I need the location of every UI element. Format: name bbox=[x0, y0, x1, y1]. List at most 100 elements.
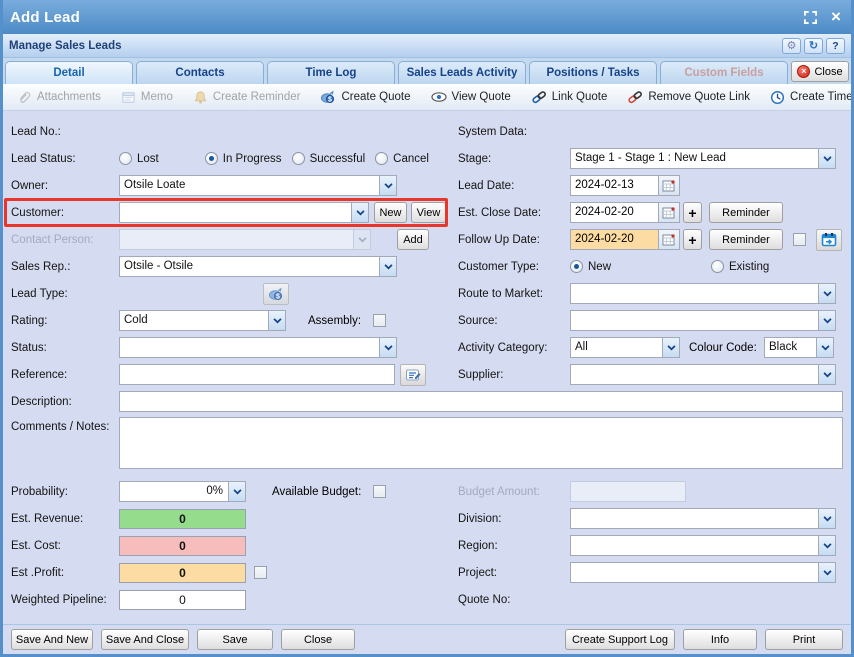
chevron-down-icon[interactable] bbox=[818, 149, 835, 168]
weighted-pipeline-input[interactable]: 0 bbox=[119, 590, 246, 610]
source-select[interactable] bbox=[570, 310, 836, 331]
chevron-down-icon[interactable] bbox=[662, 338, 679, 357]
create-time-log-label: Create Time Log bbox=[790, 91, 854, 103]
est-close-date-input[interactable]: 2024-02-20 bbox=[570, 202, 680, 223]
radio-customer-existing[interactable] bbox=[711, 260, 724, 273]
settings-button[interactable]: ⚙ bbox=[782, 38, 801, 54]
activity-category-value: All bbox=[571, 338, 662, 357]
chevron-down-icon[interactable] bbox=[818, 365, 835, 384]
radio-cancel-label: Cancel bbox=[393, 153, 429, 165]
maximize-icon[interactable] bbox=[802, 9, 818, 25]
close-form-label: Close bbox=[304, 634, 332, 646]
calendar-icon[interactable] bbox=[658, 230, 679, 249]
chevron-down-icon[interactable] bbox=[268, 311, 285, 330]
supplier-select[interactable] bbox=[570, 364, 836, 385]
chevron-down-icon[interactable] bbox=[818, 536, 835, 555]
tab-sales-leads-activity[interactable]: Sales Leads Activity bbox=[398, 61, 526, 84]
description-input[interactable] bbox=[119, 391, 843, 412]
info-button[interactable]: Info bbox=[683, 629, 757, 650]
tab-positions-tasks[interactable]: Positions / Tasks bbox=[529, 61, 657, 84]
est-profit-checkbox[interactable] bbox=[254, 566, 267, 579]
comments-textarea[interactable] bbox=[119, 417, 843, 469]
route-to-market-select[interactable] bbox=[570, 283, 836, 304]
radio-successful[interactable] bbox=[292, 152, 305, 165]
chevron-down-icon[interactable] bbox=[379, 338, 396, 357]
chevron-down-icon[interactable] bbox=[818, 284, 835, 303]
customer-select[interactable] bbox=[119, 202, 369, 223]
owner-value: Otsile Loate bbox=[120, 176, 379, 195]
save-and-close-button[interactable]: Save And Close bbox=[101, 629, 189, 650]
create-support-log-button[interactable]: Create Support Log bbox=[565, 629, 675, 650]
status-label: Status: bbox=[11, 342, 119, 354]
follow-up-checkbox[interactable] bbox=[793, 233, 806, 246]
project-select[interactable] bbox=[570, 562, 836, 583]
add-date-button[interactable]: + bbox=[683, 202, 702, 223]
save-and-new-button[interactable]: Save And New bbox=[11, 629, 93, 650]
remove-quote-link-button[interactable]: Remove Quote Link bbox=[619, 90, 758, 104]
follow-up-date-input[interactable]: 2024-02-20 bbox=[570, 229, 680, 250]
create-time-log-button[interactable]: Create Time Log bbox=[762, 90, 854, 105]
tab-custom-fields-label: Custom Fields bbox=[684, 67, 763, 79]
lead-type-button[interactable]: $ bbox=[263, 283, 289, 305]
customer-label: Customer: bbox=[11, 207, 119, 219]
add-date-button[interactable]: + bbox=[683, 229, 702, 250]
close-form-button[interactable]: Close bbox=[281, 629, 355, 650]
owner-select[interactable]: Otsile Loate bbox=[119, 175, 397, 196]
available-budget-checkbox[interactable] bbox=[373, 485, 386, 498]
radio-customer-new[interactable] bbox=[570, 260, 583, 273]
chevron-down-icon[interactable] bbox=[816, 338, 833, 357]
tab-strip: Detail Contacts Time Log Sales Leads Act… bbox=[3, 58, 851, 84]
region-select[interactable] bbox=[570, 535, 836, 556]
radio-cancel[interactable] bbox=[375, 152, 388, 165]
status-select[interactable] bbox=[119, 337, 397, 358]
chevron-down-icon[interactable] bbox=[379, 257, 396, 276]
lead-date-input[interactable]: 2024-02-13 bbox=[570, 175, 680, 196]
follow-up-date-label: Follow Up Date: bbox=[458, 234, 570, 246]
rating-label: Rating: bbox=[11, 315, 119, 327]
tab-detail[interactable]: Detail bbox=[5, 61, 133, 84]
supplier-value bbox=[571, 365, 818, 384]
calendar-icon[interactable] bbox=[658, 203, 679, 222]
follow-up-reminder-button[interactable]: Reminder bbox=[709, 229, 783, 250]
division-select[interactable] bbox=[570, 508, 836, 529]
tab-time-log[interactable]: Time Log bbox=[267, 61, 395, 84]
link-icon bbox=[531, 90, 547, 104]
radio-in-progress[interactable] bbox=[205, 152, 218, 165]
probability-select[interactable]: 0% bbox=[119, 481, 246, 502]
create-quote-button[interactable]: $ Create Quote bbox=[312, 89, 418, 105]
activity-category-label: Activity Category: bbox=[458, 342, 570, 354]
radio-lost[interactable] bbox=[119, 152, 132, 165]
assembly-checkbox[interactable] bbox=[373, 314, 386, 327]
open-calendar-button[interactable] bbox=[816, 229, 842, 251]
sales-rep-select[interactable]: Otsile - Otsile bbox=[119, 256, 397, 277]
tab-contacts[interactable]: Contacts bbox=[136, 61, 264, 84]
chevron-down-icon[interactable] bbox=[351, 203, 368, 222]
activity-category-select[interactable]: All bbox=[570, 337, 680, 358]
chevron-down-icon[interactable] bbox=[379, 176, 396, 195]
print-button[interactable]: Print bbox=[765, 629, 843, 650]
view-quote-button[interactable]: View Quote bbox=[423, 91, 519, 103]
reference-input[interactable] bbox=[119, 364, 395, 385]
chevron-down-icon[interactable] bbox=[818, 311, 835, 330]
calendar-icon[interactable] bbox=[658, 176, 679, 195]
help-button[interactable]: ? bbox=[826, 38, 845, 54]
reference-notes-button[interactable] bbox=[400, 364, 426, 386]
customer-new-button[interactable]: New bbox=[374, 202, 407, 223]
rating-select[interactable]: Cold bbox=[119, 310, 286, 331]
close-icon[interactable]: × bbox=[828, 9, 844, 25]
refresh-button[interactable]: ↻ bbox=[804, 38, 823, 54]
save-button[interactable]: Save bbox=[197, 629, 273, 650]
chevron-down-icon[interactable] bbox=[818, 563, 835, 582]
link-quote-button[interactable]: Link Quote bbox=[523, 90, 616, 104]
chevron-down-icon[interactable] bbox=[818, 509, 835, 528]
close-button[interactable]: × Close bbox=[791, 61, 849, 82]
supplier-label: Supplier: bbox=[458, 369, 570, 381]
est-close-reminder-button[interactable]: Reminder bbox=[709, 202, 783, 223]
est-cost-amount: 0 bbox=[179, 539, 186, 553]
bell-icon bbox=[193, 90, 208, 105]
colour-code-select[interactable]: Black bbox=[764, 337, 834, 358]
customer-view-button[interactable]: View bbox=[411, 202, 446, 223]
stage-select[interactable]: Stage 1 - Stage 1 : New Lead bbox=[570, 148, 836, 169]
chevron-down-icon[interactable] bbox=[228, 482, 245, 501]
contact-add-button[interactable]: Add bbox=[397, 229, 429, 250]
